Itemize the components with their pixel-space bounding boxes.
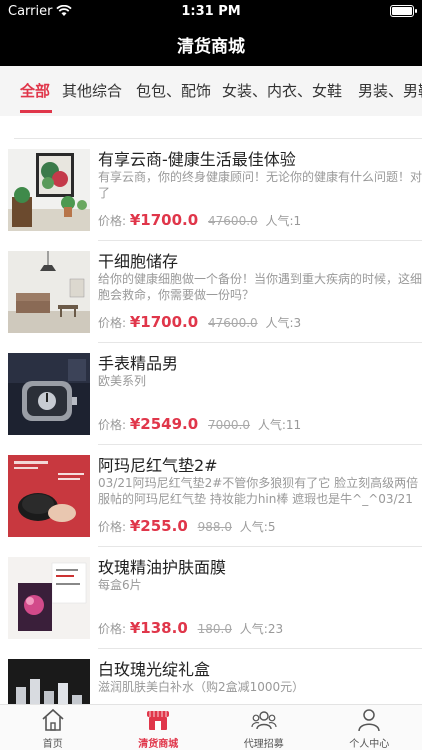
product-desc: 03/21阿玛尼红气垫2#不管你多狼狈有了它 脸立刻高级两倍服帖的阿玛尼红气垫 … xyxy=(98,476,419,506)
product-item[interactable]: 玫瑰精油护肤面膜 每盒6片 价格: ¥138.0 180.0 人气:23 xyxy=(0,547,422,649)
price-label: 价格: xyxy=(98,622,127,636)
product-item[interactable]: 白玫瑰光绽礼盒 滋润肌肤美白补水（购2盒减1000元） xyxy=(0,649,422,704)
product-item[interactable]: 干细胞储存 给你的健康细胞做一个备份！当你遇到重大疾病的时候，这细胞会救命，你需… xyxy=(0,241,422,343)
original-price: 180.0 xyxy=(197,622,232,636)
tab-bags-accessories[interactable]: 包包、配饰 xyxy=(136,80,211,101)
tabbar-item-store[interactable]: 清货商城 xyxy=(106,705,212,750)
product-image-cushion xyxy=(8,455,90,537)
popularity: 人气:1 xyxy=(265,214,302,228)
page-title: 清货商城 xyxy=(177,36,245,57)
price-line: 价格: ¥2549.0 7000.0 人气:11 xyxy=(98,415,301,433)
nav-bar: 清货商城 xyxy=(0,22,422,66)
product-image-watch xyxy=(8,353,90,435)
popularity: 人气:11 xyxy=(257,418,302,432)
price-line: 价格: ¥138.0 180.0 人气:23 xyxy=(98,619,283,637)
product-desc: 给你的健康细胞做一个备份！当你遇到重大疾病的时候，这细胞会救命，你需要做一份吗？ xyxy=(98,272,422,302)
product-desc: 有享云商，你的终身健康顾问！无论你的健康有什么问题！对了 xyxy=(98,170,422,200)
battery-icon xyxy=(390,5,417,17)
product-image-gift-box xyxy=(8,659,90,704)
store-icon xyxy=(147,711,170,730)
original-price: 47600.0 xyxy=(208,214,258,228)
price-label: 价格: xyxy=(98,520,127,534)
price: ¥1700.0 xyxy=(129,211,199,229)
product-desc: 每盒6片 xyxy=(98,578,142,592)
wifi-icon xyxy=(56,5,73,16)
tab-womens[interactable]: 女装、内衣、女鞋 xyxy=(222,80,342,101)
tabbar-label: 首页 xyxy=(42,739,63,750)
popularity: 人气:5 xyxy=(239,520,276,534)
price-label: 价格: xyxy=(98,214,127,228)
tabbar-label: 清货商城 xyxy=(138,739,179,750)
tab-all[interactable]: 全部 xyxy=(20,80,50,101)
group-icon xyxy=(251,711,277,730)
product-item[interactable]: 阿玛尼红气垫2# 03/21阿玛尼红气垫2#不管你多狼狈有了它 脸立刻高级两倍服… xyxy=(0,445,422,547)
price-line: 价格: ¥1700.0 47600.0 人气:3 xyxy=(98,313,301,331)
price-line: 价格: ¥1700.0 47600.0 人气:1 xyxy=(98,211,301,229)
tabbar-item-agents[interactable]: 代理招募 xyxy=(211,705,317,750)
product-item[interactable]: 手表精品男 欧美系列 价格: ¥2549.0 7000.0 人气:11 xyxy=(0,343,422,445)
tab-mens[interactable]: 男装、男鞋 xyxy=(358,80,422,101)
original-price: 7000.0 xyxy=(208,418,251,432)
product-list[interactable]: 有享云商-健康生活最佳体验 有享云商，你的终身健康顾问！无论你的健康有什么问题！… xyxy=(0,116,422,704)
popularity: 人气:3 xyxy=(265,316,302,330)
product-desc: 滋润肌肤美白补水（购2盒减1000元） xyxy=(98,680,305,694)
carrier-group: Carrier xyxy=(8,3,73,19)
product-image-face-mask xyxy=(8,557,90,639)
category-tabs: 全部 其他综合 包包、配饰 女装、内衣、女鞋 男装、男鞋 xyxy=(0,66,422,116)
product-title: 干细胞储存 xyxy=(98,252,179,271)
home-icon xyxy=(42,708,64,731)
product-item[interactable]: 有享云商-健康生活最佳体验 有享云商，你的终身健康顾问！无论你的健康有什么问题！… xyxy=(0,139,422,241)
tabbar-label: 代理招募 xyxy=(243,739,284,750)
tabbar-item-profile[interactable]: 个人中心 xyxy=(317,705,422,750)
product-image-living-room xyxy=(8,251,90,333)
product-title: 手表精品男 xyxy=(98,354,179,373)
person-icon xyxy=(358,709,380,732)
status-bar: Carrier 1:31 PM xyxy=(0,0,422,22)
product-desc: 欧美系列 xyxy=(98,374,147,388)
original-price: 47600.0 xyxy=(208,316,258,330)
price: ¥1700.0 xyxy=(129,313,199,331)
price-label: 价格: xyxy=(98,316,127,330)
original-price: 988.0 xyxy=(197,520,232,534)
product-title: 阿玛尼红气垫2# xyxy=(98,456,218,475)
price-label: 价格: xyxy=(98,418,127,432)
tabbar-item-home[interactable]: 首页 xyxy=(0,705,106,750)
product-title: 白玫瑰光绽礼盒 xyxy=(98,660,211,679)
active-tab-underline xyxy=(20,110,52,113)
product-title: 玫瑰精油护肤面膜 xyxy=(98,558,227,577)
price-line: 价格: ¥255.0 988.0 人气:5 xyxy=(98,517,275,535)
carrier-label: Carrier xyxy=(8,3,53,19)
price: ¥138.0 xyxy=(129,619,188,637)
bottom-tab-bar: 首页 清货商城 代理招募 个人中心 xyxy=(0,704,422,750)
popularity: 人气:23 xyxy=(239,622,284,636)
price: ¥255.0 xyxy=(129,517,188,535)
tab-other[interactable]: 其他综合 xyxy=(62,80,122,101)
product-title: 有享云商-健康生活最佳体验 xyxy=(98,150,296,169)
price: ¥2549.0 xyxy=(129,415,199,433)
product-image-plant-art xyxy=(8,149,90,231)
tabbar-label: 个人中心 xyxy=(349,739,390,750)
